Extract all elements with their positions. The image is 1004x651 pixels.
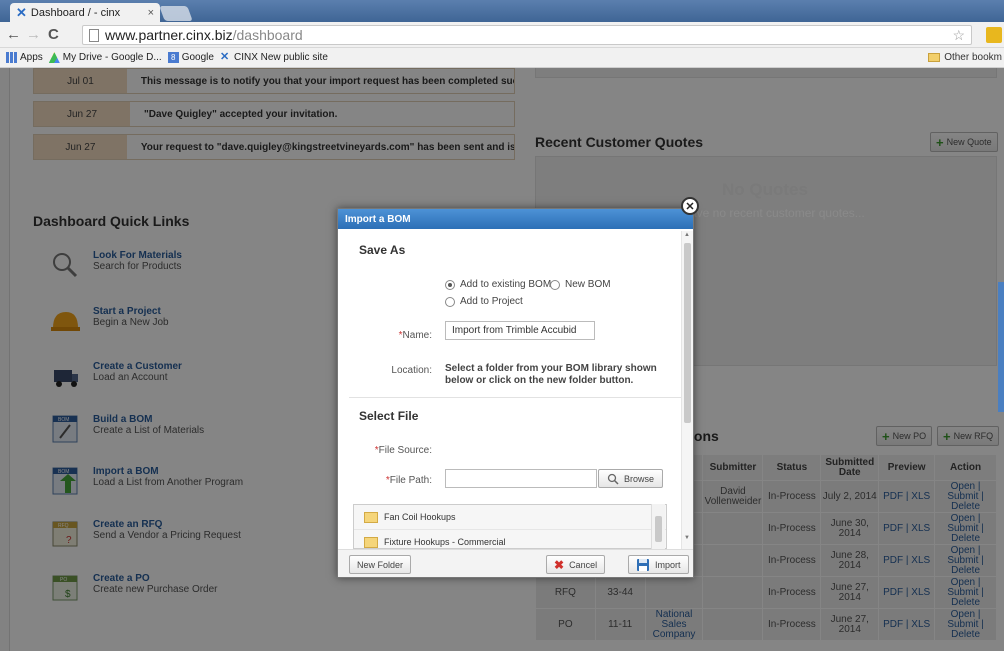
other-bookmarks[interactable]: Other bookm [928, 52, 1002, 63]
modal-footer: New Folder ✖ Cancel Import [338, 549, 693, 577]
browser-tab[interactable]: ✕ Dashboard / - cinx × [10, 3, 160, 22]
cinx-favicon-icon: ✕ [16, 4, 27, 20]
bom-name-input[interactable]: Import from Trimble Accubid [445, 321, 595, 340]
radio-button[interactable] [550, 279, 560, 290]
bookmark-apps[interactable]: Apps [6, 52, 43, 63]
modal-scroll-thumb[interactable] [684, 243, 691, 423]
import-bom-modal: Import a BOM Save As Add to existing BOM… [337, 208, 694, 578]
bookmark-label: Apps [20, 52, 43, 63]
other-bookmarks-label: Other bookm [944, 52, 1002, 63]
modal-scrollbar[interactable]: ▲ ▼ [681, 231, 693, 549]
location-note: Select a folder from your BOM library sh… [445, 363, 657, 386]
file-source-label: *File Source: [374, 445, 432, 456]
url-path: /dashboard [232, 27, 303, 43]
extension-icon[interactable] [986, 27, 1002, 43]
radio-add-existing-bom[interactable]: Add to existing BOM [445, 279, 551, 290]
browse-label: Browse [624, 473, 655, 484]
bookmark-google[interactable]: 8 Google [167, 52, 214, 63]
reload-icon[interactable]: C [48, 26, 59, 43]
folder-icon [928, 53, 941, 62]
floppy-disk-icon [637, 558, 649, 571]
folder-item[interactable]: Fan Coil Hookups [354, 505, 666, 530]
scroll-down-icon[interactable]: ▼ [684, 535, 690, 541]
folder-scroll-thumb[interactable] [655, 516, 662, 542]
address-bar[interactable]: www.partner.cinx.biz /dashboard ☆ [82, 25, 972, 45]
forward-arrow-icon[interactable]: → [26, 26, 41, 43]
tab-title: Dashboard / - cinx [30, 6, 121, 19]
import-button[interactable]: Import [628, 555, 689, 574]
radio-label: Add to Project [460, 296, 523, 307]
folder-icon [364, 536, 378, 548]
folder-list-scrollbar[interactable] [651, 504, 665, 549]
modal-title: Import a BOM [338, 209, 693, 229]
browse-button[interactable]: Browse [598, 469, 664, 488]
file-path-input[interactable] [445, 469, 597, 488]
radio-new-bom[interactable]: New BOM [550, 279, 611, 290]
modal-body: Save As Add to existing BOM New BOM Add … [338, 229, 681, 549]
cinx-icon: ✕ [219, 51, 230, 63]
folder-item[interactable]: Fixture Hookups - Commercial [354, 530, 666, 548]
back-arrow-icon[interactable]: ← [6, 26, 21, 43]
folder-icon [364, 511, 378, 523]
apps-grid-icon [6, 52, 17, 63]
modal-close-icon[interactable]: ✕ [681, 197, 699, 215]
bookmark-cinx[interactable]: ✕ CINX New public site [219, 51, 328, 64]
tab-close-icon[interactable]: × [148, 7, 154, 19]
section-divider [349, 397, 681, 398]
radio-add-to-project[interactable]: Add to Project [445, 296, 523, 307]
radio-button[interactable] [445, 279, 455, 290]
page-icon [89, 28, 99, 42]
save-as-heading: Save As [359, 243, 406, 257]
select-file-heading: Select File [359, 409, 419, 423]
no-quotes-title: No Quotes [722, 180, 808, 199]
bookmark-star-icon[interactable]: ☆ [952, 27, 965, 44]
folder-label: Fan Coil Hookups [384, 512, 456, 522]
new-folder-button[interactable]: New Folder [349, 555, 412, 574]
bookmark-label: My Drive - Google D... [62, 52, 162, 63]
cancel-button[interactable]: ✖ Cancel [546, 555, 606, 574]
folder-label: Fixture Hookups - Commercial [384, 537, 506, 547]
file-path-label: *File Path: [385, 475, 432, 486]
google-icon: 8 [167, 52, 179, 63]
folder-list: Fan Coil Hookups Fixture Hookups - Comme… [353, 504, 667, 549]
name-label: *Name: [398, 330, 432, 341]
scroll-up-icon[interactable]: ▲ [684, 232, 690, 238]
bookmark-label: CINX New public site [233, 52, 328, 63]
magnifier-icon [607, 473, 619, 485]
new-tab-button[interactable] [159, 6, 193, 21]
location-label: Location: [391, 365, 432, 376]
page-scrollbar-thumb[interactable] [998, 282, 1004, 412]
bookmark-my-drive[interactable]: My Drive - Google D... [48, 52, 162, 63]
radio-button[interactable] [445, 296, 455, 307]
google-drive-icon [48, 52, 60, 63]
bookmark-label: Google [181, 52, 214, 63]
radio-label: Add to existing BOM [460, 279, 552, 290]
cancel-x-icon: ✖ [554, 557, 565, 572]
no-quotes-text: ave no recent customer quotes... [690, 206, 865, 220]
bookmarks-bar: Apps My Drive - Google D... 8 Google ✕ C… [0, 48, 1004, 68]
import-label: Import [655, 559, 681, 570]
radio-label: New BOM [565, 279, 611, 290]
cancel-label: Cancel [569, 559, 598, 570]
browser-tabstrip: ✕ Dashboard / - cinx × [0, 0, 1004, 22]
url-host: www.partner.cinx.biz [105, 27, 233, 43]
browser-toolbar: ← → C www.partner.cinx.biz /dashboard ☆ [0, 22, 1004, 48]
